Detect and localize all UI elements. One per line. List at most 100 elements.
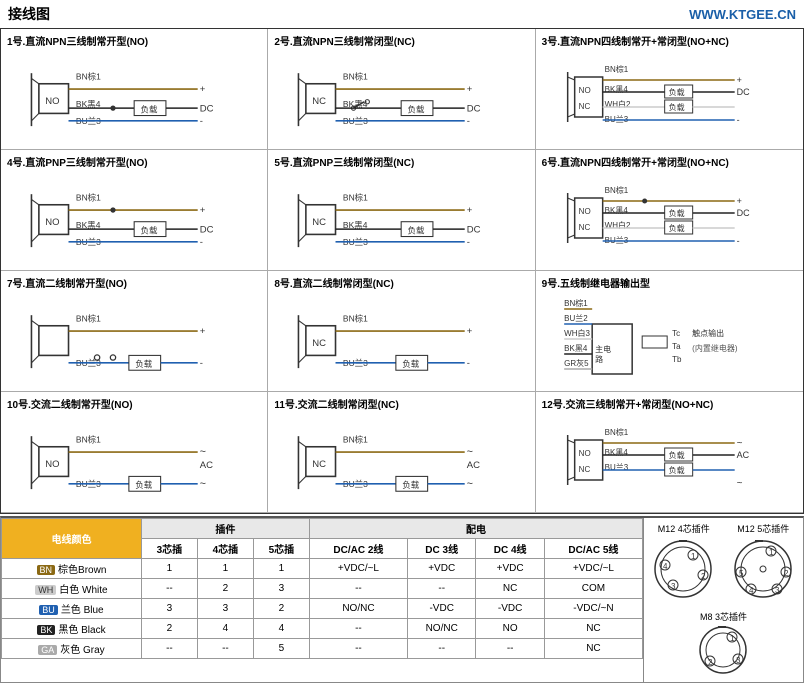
svg-text:+: + xyxy=(200,84,206,95)
wire-color-name: 兰色 Blue xyxy=(61,605,104,616)
svg-text:负载: 负载 xyxy=(403,359,420,369)
diagram-3-svg: NO NC BN棕1 + BK黑4 负载 WH白2 负载 DC BU兰3 - xyxy=(542,52,797,142)
bottom-section: 电线颜色 插件 配电 3芯插 4芯插 5芯插 DC/AC 2线 DC 3线 DC… xyxy=(0,516,804,683)
table-cell: -VDC xyxy=(476,599,544,619)
svg-text:BN棕1: BN棕1 xyxy=(76,435,101,445)
diagram-6-svg: NO NC BN棕1 + BK黑4 负载 WH白2 负载 DC BU兰3 - xyxy=(542,173,797,263)
svg-text:DC: DC xyxy=(467,103,481,114)
website-url: WWW.KTGEE.CN xyxy=(689,7,796,22)
wire-color-tag: BN xyxy=(37,565,56,575)
diagram-7-svg: BN棕1 + BU兰3 负载 - xyxy=(7,294,261,384)
table-cell: COM xyxy=(544,579,642,599)
svg-text:DC: DC xyxy=(200,103,214,114)
m12-4pin-diagram: M12 4芯插件 1 2 3 4 xyxy=(651,522,716,604)
svg-text:4: 4 xyxy=(663,562,668,571)
connector-top-row: M12 4芯插件 1 2 3 4 M12 xyxy=(648,522,799,604)
table-cell: +VDC xyxy=(407,559,475,579)
table-cell: NO xyxy=(476,619,544,639)
svg-text:~: ~ xyxy=(200,446,206,458)
svg-text:+: + xyxy=(736,196,741,206)
table-cell: -- xyxy=(309,639,407,659)
table-cell: -- xyxy=(197,639,253,659)
svg-text:触点输出: 触点输出 xyxy=(692,328,724,338)
diagram-1: 1号.直流NPN三线制常开型(NO) NO BN棕1 + BK黑4 负载 DC … xyxy=(1,29,268,150)
table-cell: -- xyxy=(141,639,197,659)
svg-text:2: 2 xyxy=(784,569,789,578)
svg-text:5: 5 xyxy=(739,569,744,578)
diagram-8-svg: NC BN棕1 + BU兰3 负载 - xyxy=(274,294,528,384)
svg-text:BN棕1: BN棕1 xyxy=(76,72,101,82)
power-h4: DC/AC 5线 xyxy=(544,539,642,559)
table-row: BK黑色 Black244--NO/NCNONC xyxy=(2,619,643,639)
svg-text:~: ~ xyxy=(467,446,473,458)
svg-text:BN棕1: BN棕1 xyxy=(604,64,628,74)
svg-text:4: 4 xyxy=(749,586,754,595)
table-cell: 1 xyxy=(141,559,197,579)
m8-3pin-wrapper: M8 3芯插件 1 3 2 xyxy=(648,610,799,678)
svg-text:负载: 负载 xyxy=(668,223,684,233)
diagram-9: 9号.五线制继电器输出型 主电 路 BN棕1 BU兰2 WH白3 BK黑4 GR… xyxy=(536,271,803,392)
m12-5pin-svg: 1 2 3 4 5 xyxy=(731,537,796,602)
svg-text:GR灰5: GR灰5 xyxy=(564,358,589,368)
diagram-11: 11号.交流二线制常闭型(NC) NC BN棕1 ~ BU兰3 负载 AC ~ xyxy=(268,392,535,513)
svg-text:负载: 负载 xyxy=(668,208,684,218)
svg-text:负载: 负载 xyxy=(141,104,158,114)
table-cell: NO/NC xyxy=(407,619,475,639)
svg-text:WH白3: WH白3 xyxy=(564,328,590,338)
m8-3pin-label: M8 3芯插件 xyxy=(648,610,799,623)
svg-text:负载: 负载 xyxy=(668,465,684,475)
wire-color-tag: BK xyxy=(37,625,55,635)
svg-text:BN棕1: BN棕1 xyxy=(604,185,628,195)
table-cell: +VDC/~L xyxy=(544,559,642,579)
svg-text:BU兰2: BU兰2 xyxy=(564,313,588,323)
col-plugin-header: 插件 xyxy=(141,519,309,539)
svg-text:DC: DC xyxy=(736,208,749,218)
svg-text:负载: 负载 xyxy=(668,102,684,112)
svg-text:~: ~ xyxy=(736,438,742,449)
diagram-9-title: 9号.五线制继电器输出型 xyxy=(542,275,797,290)
svg-text:-: - xyxy=(467,237,470,248)
svg-text:负载: 负载 xyxy=(408,104,425,114)
svg-text:-: - xyxy=(200,116,203,127)
table-row: GA灰色 Gray----5------NC xyxy=(2,639,643,659)
svg-text:DC: DC xyxy=(200,224,214,235)
table-cell: 3 xyxy=(197,599,253,619)
svg-text:Ta: Ta xyxy=(672,342,681,351)
diagram-5: 5号.直流PNP三线制常闭型(NC) NC BN棕1 + BK黑4 负载 DC … xyxy=(268,150,535,271)
diagram-2: 2号.直流NPN三线制常闭型(NC) NC BN棕1 + BK黑4 负载 DC … xyxy=(268,29,535,150)
diagram-7-title: 7号.直流二线制常开型(NO) xyxy=(7,275,261,290)
table-cell: 4 xyxy=(253,619,309,639)
plugin-h3: 5芯插 xyxy=(253,539,309,559)
power-h3: DC 4线 xyxy=(476,539,544,559)
svg-text:+: + xyxy=(467,84,473,95)
svg-text:NO: NO xyxy=(45,459,59,470)
svg-text:DC: DC xyxy=(467,224,481,235)
wire-color-tag: BU xyxy=(39,605,58,615)
diagram-11-svg: NC BN棕1 ~ BU兰3 负载 AC ~ xyxy=(274,415,528,505)
table-row: BU兰色 Blue332NO/NC-VDC-VDC-VDC/~N xyxy=(2,599,643,619)
m12-5pin-label: M12 5芯插件 xyxy=(731,522,796,535)
wire-color-name: 黑色 Black xyxy=(58,625,105,636)
svg-text:BN棕1: BN棕1 xyxy=(343,435,368,445)
svg-text:NC: NC xyxy=(313,217,327,228)
wire-color-tag: GA xyxy=(38,645,57,655)
svg-text:+: + xyxy=(467,205,473,216)
power-h2: DC 3线 xyxy=(407,539,475,559)
table-cell: 3 xyxy=(141,599,197,619)
diagrams-grid: 1号.直流NPN三线制常开型(NO) NO BN棕1 + BK黑4 负载 DC … xyxy=(0,29,804,514)
diagram-3: 3号.直流NPN四线制常开+常闭型(NO+NC) NO NC BN棕1 + BK… xyxy=(536,29,803,150)
svg-text:2: 2 xyxy=(708,658,713,667)
diagram-4: 4号.直流PNP三线制常开型(NO) NO BN棕1 + BK黑4 负载 DC … xyxy=(1,150,268,271)
diagram-8-title: 8号.直流二线制常闭型(NC) xyxy=(274,275,528,290)
page-title: 接线图 xyxy=(8,4,50,24)
diagram-4-svg: NO BN棕1 + BK黑4 负载 DC BU兰3 - xyxy=(7,173,261,263)
table-cell: NO/NC xyxy=(309,599,407,619)
diagram-2-svg: NC BN棕1 + BK黑4 负载 DC BU兰3 - xyxy=(274,52,528,142)
svg-text:NC: NC xyxy=(313,96,327,107)
svg-text:NO: NO xyxy=(578,86,590,95)
svg-text:NO: NO xyxy=(45,217,59,228)
diagram-11-title: 11号.交流二线制常闭型(NC) xyxy=(274,396,528,411)
table-cell: NC xyxy=(544,619,642,639)
table-row: WH白色 White--23----NCCOM xyxy=(2,579,643,599)
svg-text:负载: 负载 xyxy=(408,225,425,235)
